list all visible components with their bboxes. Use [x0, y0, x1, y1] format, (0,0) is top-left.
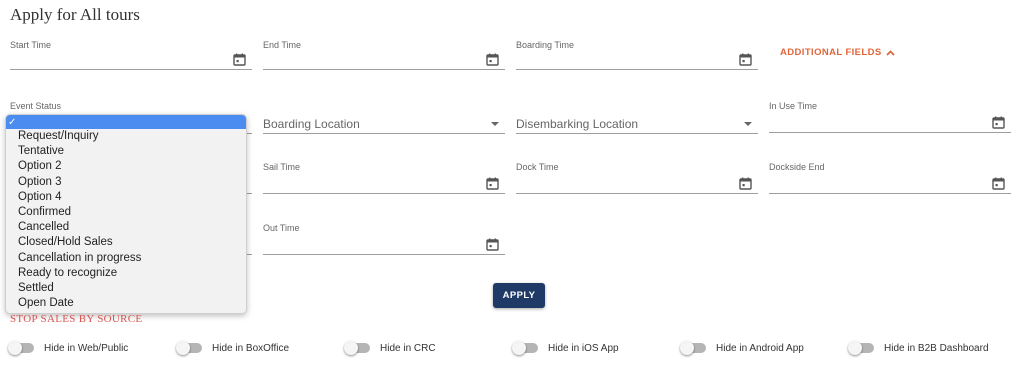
- boarding-time-label: Boarding Time: [516, 40, 575, 50]
- toggle-hide-boxoffice[interactable]: Hide in BoxOffice: [176, 341, 290, 355]
- caret-down-icon: [491, 122, 499, 126]
- dropdown-option[interactable]: Settled: [6, 281, 246, 296]
- stop-sales-title: STOP SALES BY SOURCE: [10, 313, 143, 325]
- disembarking-location-select[interactable]: Disembarking Location: [516, 114, 758, 134]
- toggle-hide-crc[interactable]: Hide in CRC: [344, 341, 436, 355]
- chevron-up-icon: [885, 49, 895, 56]
- toggle-knob: [8, 341, 22, 355]
- calendar-icon[interactable]: [992, 116, 1005, 129]
- boarding-time-field[interactable]: Boarding Time: [516, 40, 758, 70]
- dock-time-field[interactable]: Dock Time: [516, 162, 758, 194]
- disembarking-location-underline: [516, 133, 758, 134]
- toggle-switch[interactable]: [344, 341, 370, 355]
- out-time-underline: [263, 254, 505, 255]
- in-use-time-label: In Use Time: [769, 101, 818, 111]
- in-use-time-underline: [769, 132, 1011, 133]
- calendar-icon[interactable]: [739, 177, 752, 190]
- dock-time-underline: [516, 193, 758, 194]
- toggle-label: Hide in CRC: [380, 342, 436, 354]
- boarding-time-underline: [516, 69, 758, 70]
- toggle-label: Hide in iOS App: [548, 342, 619, 354]
- sail-time-underline: [263, 193, 505, 194]
- calendar-icon[interactable]: [486, 177, 499, 190]
- dropdown-option[interactable]: Tentative: [6, 144, 246, 159]
- dropdown-option[interactable]: Cancellation in progress: [6, 251, 246, 266]
- toggle-label: Hide in Web/Public: [44, 342, 129, 354]
- dropdown-option[interactable]: Closed/Hold Sales: [6, 235, 246, 250]
- end-time-label: End Time: [263, 40, 302, 50]
- end-time-underline: [263, 69, 505, 70]
- additional-fields-toggle[interactable]: ADDITIONAL FIELDS: [780, 47, 895, 58]
- dropdown-option-empty[interactable]: ✓: [6, 115, 246, 129]
- toggle-label: Hide in Android App: [716, 342, 804, 354]
- sail-time-label: Sail Time: [263, 162, 301, 172]
- toggle-hide-b2b-dashboard[interactable]: Hide in B2B Dashboard: [848, 341, 989, 355]
- calendar-icon[interactable]: [233, 53, 246, 66]
- toggle-switch[interactable]: [680, 341, 706, 355]
- event-status-label: Event Status: [10, 101, 62, 111]
- dropdown-option[interactable]: Confirmed: [6, 205, 246, 220]
- calendar-icon[interactable]: [486, 53, 499, 66]
- start-time-label: Start Time: [10, 40, 52, 50]
- toggle-hide-ios-app[interactable]: Hide in iOS App: [512, 341, 619, 355]
- toggle-label: Hide in BoxOffice: [212, 342, 290, 354]
- sail-time-field[interactable]: Sail Time: [263, 162, 505, 194]
- boarding-location-select[interactable]: Boarding Location: [263, 114, 505, 134]
- end-time-field[interactable]: End Time: [263, 40, 505, 70]
- start-time-field[interactable]: Start Time: [10, 40, 252, 70]
- calendar-icon[interactable]: [992, 177, 1005, 190]
- dock-time-label: Dock Time: [516, 162, 559, 172]
- boarding-location-placeholder: Boarding Location: [263, 117, 360, 131]
- start-time-underline: [10, 69, 252, 70]
- toggle-switch[interactable]: [848, 341, 874, 355]
- toggle-switch[interactable]: [176, 341, 202, 355]
- toggle-knob: [848, 341, 862, 355]
- dropdown-option[interactable]: Open Date: [6, 296, 246, 311]
- calendar-icon[interactable]: [739, 53, 752, 66]
- apply-button[interactable]: APPLY: [493, 283, 545, 308]
- caret-down-icon: [744, 122, 752, 126]
- disembarking-location-placeholder: Disembarking Location: [516, 117, 639, 131]
- dropdown-option[interactable]: Option 4: [6, 190, 246, 205]
- calendar-icon[interactable]: [486, 238, 499, 251]
- in-use-time-field[interactable]: In Use Time: [769, 101, 1011, 133]
- toggle-hide-android-app[interactable]: Hide in Android App: [680, 341, 804, 355]
- toggle-switch[interactable]: [512, 341, 538, 355]
- dropdown-option[interactable]: Request/Inquiry: [6, 129, 246, 144]
- out-time-field[interactable]: Out Time: [263, 223, 505, 255]
- toggle-knob: [680, 341, 694, 355]
- event-status-dropdown[interactable]: ✓ Request/Inquiry Tentative Option 2 Opt…: [5, 114, 247, 314]
- toggle-hide-web-public[interactable]: Hide in Web/Public: [8, 341, 129, 355]
- dropdown-option[interactable]: Cancelled: [6, 220, 246, 235]
- toggle-switch[interactable]: [8, 341, 34, 355]
- dockside-end-label: Dockside End: [769, 162, 825, 172]
- dockside-end-field[interactable]: Dockside End: [769, 162, 1011, 194]
- dockside-end-underline: [769, 193, 1011, 194]
- boarding-location-underline: [263, 133, 505, 134]
- toggle-knob: [176, 341, 190, 355]
- page-title: Apply for All tours: [10, 5, 140, 24]
- dropdown-option[interactable]: Ready to recognize: [6, 266, 246, 281]
- dropdown-option[interactable]: Option 3: [6, 175, 246, 190]
- toggle-label: Hide in B2B Dashboard: [884, 342, 989, 354]
- check-icon: ✓: [8, 117, 17, 128]
- toggle-knob: [512, 341, 526, 355]
- additional-fields-label: ADDITIONAL FIELDS: [780, 47, 882, 58]
- dropdown-option[interactable]: Option 2: [6, 159, 246, 174]
- toggle-knob: [344, 341, 358, 355]
- out-time-label: Out Time: [263, 223, 300, 233]
